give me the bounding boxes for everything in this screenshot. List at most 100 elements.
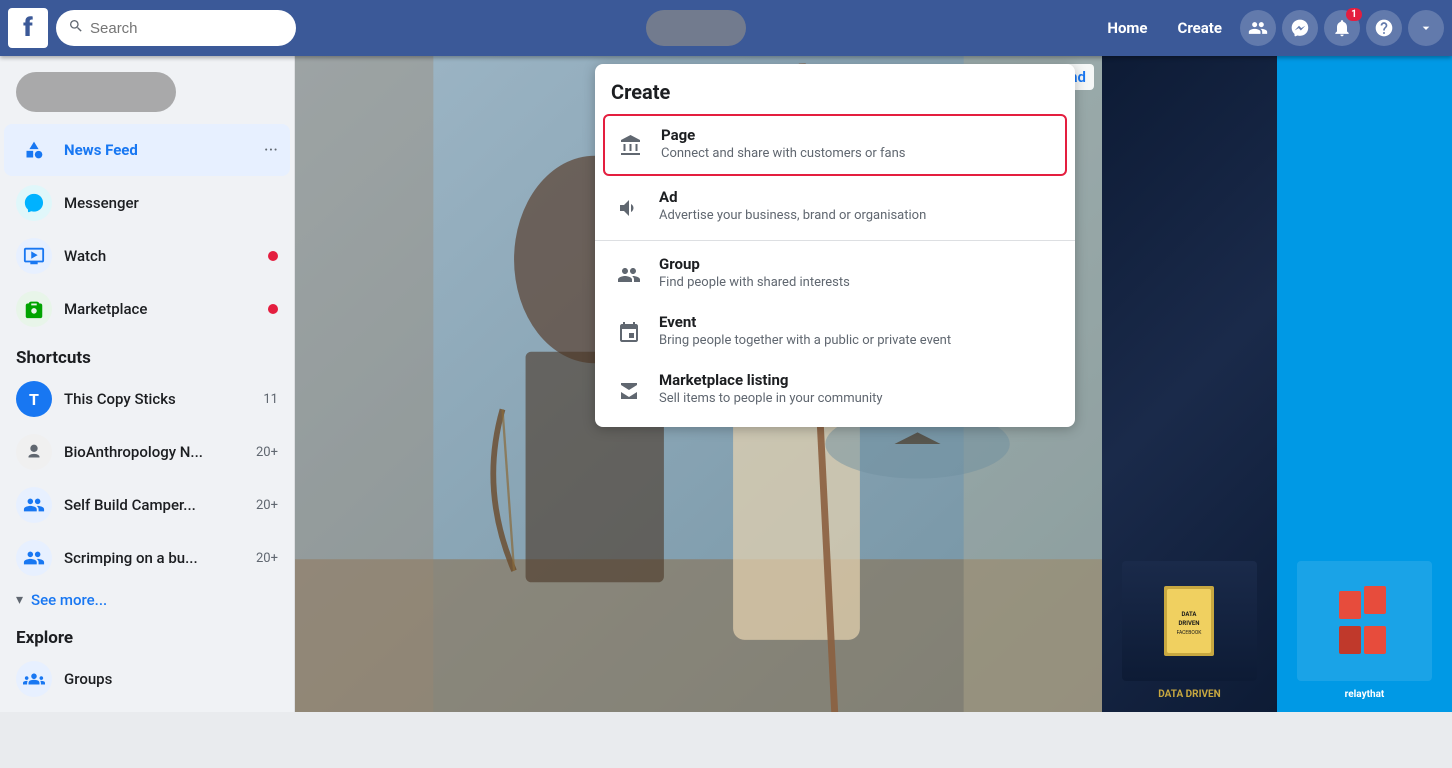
svg-text:DRIVEN: DRIVEN — [1179, 620, 1200, 627]
self-build-label: Self Build Camper... — [64, 496, 244, 514]
ad-item-desc: Advertise your business, brand or organi… — [659, 208, 1059, 223]
group-item-desc: Find people with shared interests — [659, 275, 1059, 290]
this-copy-sticks-icon: T — [16, 381, 52, 417]
watch-label: Watch — [64, 247, 278, 265]
dark-ad-label: DATA DRIVEN — [1158, 689, 1220, 700]
news-feed-icon — [16, 132, 52, 168]
event-item-desc: Bring people together with a public or p… — [659, 333, 1059, 348]
sidebar-item-this-copy-sticks[interactable]: T This Copy Sticks 11 — [4, 373, 290, 425]
messenger-label: Messenger — [64, 194, 278, 212]
page-item-icon — [613, 128, 649, 164]
sidebar-item-bio-anthropology[interactable]: BioAnthropology N... 20+ — [4, 426, 290, 478]
scrimping-count: 20+ — [256, 551, 278, 566]
topnav-center — [296, 10, 1095, 46]
scrimping-label: Scrimping on a bu... — [64, 549, 244, 567]
svg-text:FACEBOOK: FACEBOOK — [1177, 630, 1203, 636]
top-navigation: f Home Create 1 — [0, 0, 1452, 56]
search-input[interactable] — [90, 20, 270, 37]
this-copy-sticks-count: 11 — [263, 392, 278, 407]
event-item-icon — [611, 315, 647, 351]
marketplace-item-desc: Sell items to people in your community — [659, 391, 1059, 406]
friends-icon-btn[interactable] — [1240, 10, 1276, 46]
marketplace-item-content: Marketplace listing Sell items to people… — [659, 371, 1059, 406]
marketplace-notification-dot — [268, 304, 278, 314]
ad-block-blue[interactable]: relaythat — [1277, 56, 1452, 712]
sidebar: News Feed ··· Messenger Watch Marketplac… — [0, 56, 295, 712]
ad-item-title: Ad — [659, 188, 1059, 206]
sidebar-item-news-feed[interactable]: News Feed ··· — [4, 124, 290, 176]
group-item-title: Group — [659, 255, 1059, 273]
book-icon: DATA DRIVEN FACEBOOK — [1159, 581, 1219, 661]
blue-ad-image — [1297, 561, 1433, 681]
search-icon — [68, 18, 84, 38]
watch-notification-dot — [268, 251, 278, 261]
facebook-logo[interactable]: f — [8, 8, 48, 48]
help-icon-btn[interactable] — [1366, 10, 1402, 46]
dark-ad-image: DATA DRIVEN FACEBOOK — [1122, 561, 1258, 681]
watch-icon — [16, 238, 52, 274]
dropdown-item-group[interactable]: Group Find people with shared interests — [595, 245, 1075, 303]
groups-label: Groups — [64, 670, 278, 688]
main-layout: News Feed ··· Messenger Watch Marketplac… — [0, 56, 1452, 712]
bio-anthropology-label: BioAnthropology N... — [64, 443, 244, 461]
ad-item-icon — [611, 190, 647, 226]
notification-badge: 1 — [1346, 8, 1362, 21]
self-build-count: 20+ — [256, 498, 278, 513]
explore-heading: Explore — [0, 616, 294, 652]
page-item-content: Page Connect and share with customers or… — [661, 126, 1057, 161]
dropdown-item-page[interactable]: Page Connect and share with customers or… — [603, 114, 1067, 176]
sidebar-item-scrimping[interactable]: Scrimping on a bu... 20+ — [4, 532, 290, 584]
sidebar-user-avatar[interactable] — [16, 72, 176, 112]
sidebar-item-groups[interactable]: Groups — [4, 653, 290, 705]
relay-that-icon — [1334, 581, 1394, 661]
marketplace-icon — [16, 291, 52, 327]
dropdown-item-marketplace[interactable]: Marketplace listing Sell items to people… — [595, 361, 1075, 419]
see-more-button[interactable]: ▾ See more... — [4, 585, 290, 615]
blue-ad-label: relaythat — [1345, 689, 1385, 700]
ad-item-content: Ad Advertise your business, brand or org… — [659, 188, 1059, 223]
right-ads-container: DATA DRIVEN FACEBOOK DATA DRIVEN — [1102, 56, 1452, 712]
search-bar[interactable] — [56, 10, 296, 46]
news-feed-more-icon[interactable]: ··· — [264, 140, 278, 161]
create-dropdown-title: Create — [595, 72, 1075, 112]
group-item-icon — [611, 257, 647, 293]
news-feed-label: News Feed — [64, 141, 252, 159]
see-more-label: See more... — [31, 591, 107, 609]
bio-anthropology-count: 20+ — [256, 445, 278, 460]
notifications-icon-btn[interactable]: 1 — [1324, 10, 1360, 46]
svg-text:DATA: DATA — [1182, 611, 1198, 618]
chevron-down-icon-btn[interactable] — [1408, 10, 1444, 46]
group-item-content: Group Find people with shared interests — [659, 255, 1059, 290]
home-link[interactable]: Home — [1095, 13, 1159, 43]
groups-icon — [16, 661, 52, 697]
create-link[interactable]: Create — [1166, 13, 1234, 43]
right-panel: DATA DRIVEN FACEBOOK DATA DRIVEN — [1102, 56, 1452, 712]
dropdown-item-event[interactable]: Event Bring people together with a publi… — [595, 303, 1075, 361]
marketplace-label: Marketplace — [64, 300, 278, 318]
sidebar-item-self-build[interactable]: Self Build Camper... 20+ — [4, 479, 290, 531]
sidebar-item-marketplace[interactable]: Marketplace — [4, 283, 290, 335]
bio-anthropology-icon — [16, 434, 52, 470]
scrimping-icon — [16, 540, 52, 576]
sidebar-item-watch[interactable]: Watch — [4, 230, 290, 282]
marketplace-item-title: Marketplace listing — [659, 371, 1059, 389]
main-content: Create Page Connect and share with custo… — [295, 56, 1102, 712]
ad-block-dark[interactable]: DATA DRIVEN FACEBOOK DATA DRIVEN — [1102, 56, 1277, 712]
sidebar-item-messenger[interactable]: Messenger — [4, 177, 290, 229]
create-dropdown: Create Page Connect and share with custo… — [595, 64, 1075, 427]
dropdown-divider-1 — [595, 240, 1075, 241]
messenger-icon-btn[interactable] — [1282, 10, 1318, 46]
event-item-content: Event Bring people together with a publi… — [659, 313, 1059, 348]
messenger-sidebar-icon — [16, 185, 52, 221]
sidebar-item-pages[interactable]: Pages 7 — [4, 706, 290, 712]
dropdown-item-ad[interactable]: Ad Advertise your business, brand or org… — [595, 178, 1075, 236]
shortcuts-heading: Shortcuts — [0, 336, 294, 372]
topnav-right: Home Create 1 — [1095, 10, 1444, 46]
user-avatar[interactable] — [646, 10, 746, 46]
marketplace-listing-icon — [611, 373, 647, 409]
event-item-title: Event — [659, 313, 1059, 331]
page-item-desc: Connect and share with customers or fans — [661, 146, 1057, 161]
this-copy-sticks-label: This Copy Sticks — [64, 390, 251, 408]
self-build-icon — [16, 487, 52, 523]
page-item-title: Page — [661, 126, 1057, 144]
